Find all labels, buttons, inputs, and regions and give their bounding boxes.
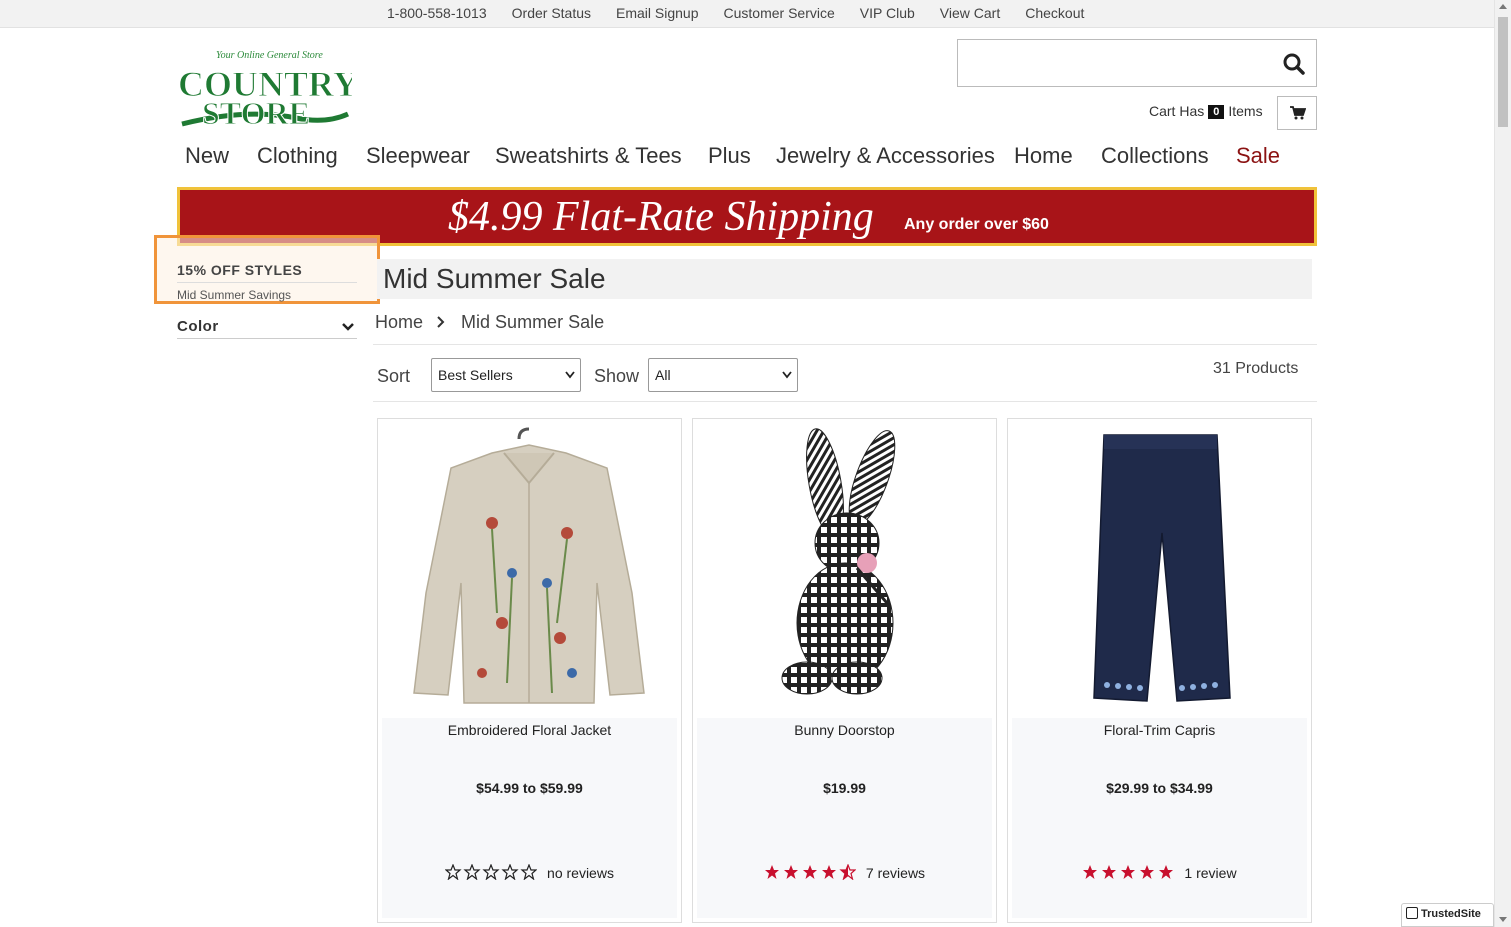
sidebar-divider [177,282,357,283]
sort-select-value: Best Sellers [438,367,513,383]
nav-item-new[interactable]: New [185,143,229,169]
nav-item-home[interactable]: Home [1014,143,1073,169]
shopping-cart-icon [1290,106,1306,120]
capris-image [1093,434,1231,702]
nav-item-jewelry-accessories[interactable]: Jewelry & Accessories [776,143,995,169]
chevron-down-icon [782,371,792,379]
nav-item-sleepwear[interactable]: Sleepwear [366,143,470,169]
search-input[interactable] [958,40,1268,86]
breadcrumb-chevron-right-icon [436,312,446,333]
product-count: 31 Products [1213,360,1299,377]
show-select[interactable]: All [648,358,798,392]
product-rating: 7 reviews [697,864,992,881]
product-card[interactable]: Embroidered Floral Jacket $54.99 to $59.… [377,418,682,923]
scroll-up-arrow-icon[interactable] [1499,4,1507,9]
logo-wordmark: COUNTRY STORE [178,64,353,131]
trusted-site-badge[interactable]: TrustedSite [1401,903,1494,927]
toolbar-divider [373,401,1317,402]
star-rating-icon [1083,865,1174,879]
show-label: Show [594,366,640,386]
color-filter-label: Color [177,318,219,335]
util-link-view-cart[interactable]: View Cart [940,5,1000,21]
product-image-capris[interactable] [1012,423,1307,718]
product-reviews[interactable]: no reviews [547,865,614,881]
page-scrollbar[interactable] [1494,0,1511,927]
util-link-email-signup[interactable]: Email Signup [616,5,699,21]
product-name[interactable]: Floral-Trim Capris [1012,722,1307,738]
show-select-value: All [655,367,671,383]
bunny-image [781,428,896,695]
search-box [957,39,1317,87]
sidebar-subheading[interactable]: Mid Summer Savings [177,288,291,302]
cart-button[interactable] [1277,96,1317,130]
sort-label: Sort [377,366,411,386]
product-name[interactable]: Embroidered Floral Jacket [382,722,677,738]
product-name[interactable]: Bunny Doorstop [697,722,992,738]
breadcrumb-home[interactable]: Home [375,312,423,332]
util-link-order-status[interactable]: Order Status [512,5,591,21]
breadcrumb-current: Mid Summer Sale [461,312,605,332]
nav-item-plus[interactable]: Plus [708,143,751,169]
scrollbar-thumb[interactable] [1498,17,1508,127]
star-rating-icon [764,864,856,880]
search-button[interactable] [1282,52,1306,76]
utility-bar: 1-800-558-1013 Order Status Email Signup… [0,0,1494,28]
cart-summary[interactable]: Cart Has 0 Items [1149,103,1263,119]
nav-item-sale[interactable]: Sale [1236,143,1280,169]
util-link-checkout[interactable]: Checkout [1025,5,1084,21]
chevron-down-icon [342,323,354,331]
product-image-bunny[interactable] [697,423,992,718]
product-info: Bunny Doorstop $19.99 7 reviews [697,718,992,918]
product-price: $19.99 [823,780,866,796]
page-title: Mid Summer Sale [383,263,606,294]
jacket-image [413,427,645,704]
nav-item-clothing[interactable]: Clothing [257,143,338,169]
sidebar-heading[interactable]: 15% OFF STYLES [177,262,302,278]
breadcrumb: Home Mid Summer Sale [375,312,604,333]
cart-count-badge: 0 [1208,105,1225,119]
star-rating-icon [445,864,538,880]
product-price: $54.99 to $59.99 [476,780,583,796]
trusted-site-label: TrustedSite [1421,908,1481,920]
logo-line2: STORE [202,95,310,130]
product-rating: no reviews [382,864,677,881]
page-title-bar: Mid Summer Sale [377,259,1312,299]
cart-suffix: Items [1228,103,1263,119]
promo-subtext: Any order over $60 [904,216,1049,233]
utility-links: 1-800-558-1013 Order Status Email Signup… [387,5,1109,21]
sort-select[interactable]: Best Sellers [431,358,581,392]
cart-prefix: Cart Has [1149,103,1205,119]
product-reviews[interactable]: 1 review [1184,865,1236,881]
product-card[interactable]: Floral-Trim Capris $29.99 to $34.99 1 re… [1007,418,1312,923]
scroll-down-arrow-icon[interactable] [1499,917,1507,922]
product-info: Floral-Trim Capris $29.99 to $34.99 1 re… [1012,718,1307,918]
product-card[interactable]: Bunny Doorstop $19.99 7 reviews [692,418,997,923]
chevron-down-icon [565,371,575,379]
product-reviews[interactable]: 7 reviews [866,865,925,881]
util-link-phone[interactable]: 1-800-558-1013 [387,5,487,21]
product-info: Embroidered Floral Jacket $54.99 to $59.… [382,718,677,918]
product-image-jacket[interactable] [382,423,677,718]
breadcrumb-divider [373,344,1317,345]
search-icon [1283,53,1305,75]
country-store-logo[interactable]: Your Online General Store COUNTRY STORE [176,48,353,131]
checkmark-icon [1406,907,1418,919]
util-link-customer-service[interactable]: Customer Service [724,5,835,21]
nav-item-collections[interactable]: Collections [1101,143,1209,169]
util-link-vip-club[interactable]: VIP Club [860,5,915,21]
product-rating: 1 review [1012,864,1307,881]
color-filter-toggle[interactable]: Color [177,318,357,339]
promo-headline: $4.99 Flat-Rate Shipping [448,194,874,240]
product-price: $29.99 to $34.99 [1106,780,1213,796]
nav-item-sweatshirts-tees[interactable]: Sweatshirts & Tees [495,143,682,169]
